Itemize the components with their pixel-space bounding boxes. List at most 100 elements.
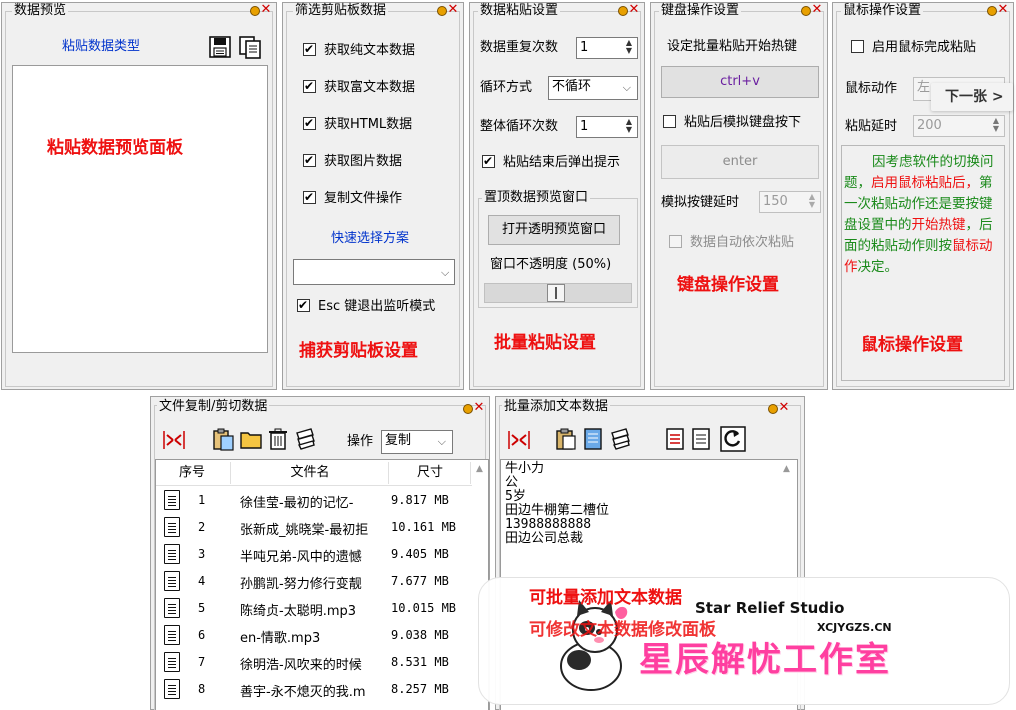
popup-label: 粘贴结束后弹出提示	[503, 155, 621, 170]
file-list[interactable]: 序号 文件名 尺寸 1 徐佳莹-最初的记忆- 9.817 MB 2 张新成_姚晓棠-最初…	[155, 459, 489, 710]
opacity-slider[interactable]	[484, 283, 632, 303]
close-icon[interactable]: ✕	[811, 3, 823, 17]
close-icon[interactable]: ✕	[778, 401, 790, 415]
pin-icon[interactable]	[985, 3, 997, 17]
close-icon[interactable]: ✕	[628, 3, 640, 17]
column-header-filename[interactable]: 文件名	[234, 465, 386, 481]
esc-exit-option[interactable]: Esc 键退出监听模式	[297, 297, 435, 315]
loop-mode-select[interactable]: 不循环 ⌵	[548, 76, 638, 100]
refresh-icon[interactable]	[720, 426, 746, 452]
auto-paste-label: 数据自动依次粘贴	[690, 235, 795, 250]
operation-select[interactable]: 复制 ⌵	[381, 430, 453, 454]
pin-icon[interactable]	[766, 401, 778, 415]
save-icon[interactable]	[208, 35, 232, 59]
document-red-icon[interactable]	[664, 427, 686, 451]
column-header-index[interactable]: 序号	[156, 465, 228, 481]
import-arrows-icon[interactable]	[506, 429, 532, 451]
table-row[interactable]: 6 en-情歌.mp3 9.038 MB	[156, 623, 486, 647]
esc-exit-checkbox[interactable]	[297, 297, 310, 313]
filter-option-checkbox[interactable]	[303, 115, 316, 131]
mouse-enable-option[interactable]: 启用鼠标完成粘贴	[851, 40, 976, 56]
filter-option[interactable]: 获取纯文本数据	[303, 41, 415, 59]
delete-icon[interactable]	[267, 427, 289, 451]
opacity-label: 窗口不透明度 (50%)	[490, 257, 612, 272]
notes-icon[interactable]	[582, 427, 604, 451]
open-preview-button[interactable]: 打开透明预览窗口	[488, 215, 620, 245]
document-icon[interactable]	[690, 427, 712, 451]
spinner-icon[interactable]: ▲ ▼	[622, 39, 636, 57]
preview-area[interactable]: 粘贴数据预览面板	[12, 65, 268, 353]
text-line: 田边公司总裁	[505, 531, 584, 546]
pin-icon[interactable]	[799, 3, 811, 17]
paste-text-icon[interactable]	[554, 427, 578, 451]
operation-value: 复制	[385, 433, 412, 448]
scroll-up-icon[interactable]: ▲	[783, 464, 790, 474]
scheme-select[interactable]	[293, 259, 455, 285]
filter-option-checkbox[interactable]	[303, 189, 316, 205]
filter-option-checkbox[interactable]	[303, 41, 316, 57]
row-filename: 善宇-永不熄灭的我.m	[240, 685, 366, 700]
next-page-tooltip[interactable]: 下一张 >	[931, 83, 1013, 111]
spinner-icon[interactable]: ▲ ▼	[989, 117, 1003, 135]
file-icon	[164, 625, 180, 645]
auto-paste-checkbox[interactable]	[669, 235, 682, 248]
popup-option[interactable]: 粘贴结束后弹出提示	[482, 153, 621, 171]
filter-option-checkbox[interactable]	[303, 152, 316, 168]
repeat-count-input[interactable]: 1 ▲ ▼	[576, 37, 638, 59]
filter-option-label: 复制文件操作	[324, 191, 403, 206]
spinner-icon[interactable]: ▲ ▼	[805, 193, 819, 211]
simulate-key-checkbox[interactable]	[663, 115, 676, 128]
note-segment: 启用鼠标粘贴后，	[871, 175, 979, 191]
paste-section-label: 批量粘贴设置	[494, 333, 596, 353]
close-icon[interactable]: ✕	[997, 3, 1009, 17]
key-button[interactable]: enter	[661, 145, 819, 179]
filter-option[interactable]: 获取富文本数据	[303, 78, 415, 96]
scroll-up-icon[interactable]: ▲	[476, 464, 483, 474]
pin-icon[interactable]	[461, 401, 473, 415]
batch-text-lines: 牛小力公 5岁 田边牛棚第二槽位 13988888888 田边公司总裁	[505, 462, 609, 546]
simulate-key-option[interactable]: 粘贴后模拟键盘按下	[663, 115, 801, 131]
key-delay-input[interactable]: 150 ▲ ▼	[759, 191, 821, 213]
paste-files-icon[interactable]	[211, 427, 235, 451]
column-header-size[interactable]: 尺寸	[390, 465, 470, 481]
pin-icon[interactable]	[435, 3, 447, 17]
close-icon[interactable]: ✕	[260, 3, 272, 17]
mouse-action-label: 鼠标动作	[845, 81, 898, 96]
copy-icon[interactable]	[238, 35, 262, 59]
file-rows: 1 徐佳莹-最初的记忆- 9.817 MB 2 张新成_姚晓棠-最初拒 10.161 MB…	[156, 488, 472, 710]
spinner-icon[interactable]: ▲ ▼	[622, 118, 636, 136]
total-loop-label: 整体循环次数	[480, 119, 559, 134]
filter-option[interactable]: 复制文件操作	[303, 189, 403, 207]
pin-icon[interactable]	[248, 3, 260, 17]
table-row[interactable]: 1 徐佳莹-最初的记忆- 9.817 MB	[156, 488, 486, 512]
row-filename: 半吨兄弟-风中的遗憾	[240, 550, 362, 565]
table-row[interactable]: 3 半吨兄弟-风中的遗憾 9.405 MB	[156, 542, 486, 566]
pin-icon[interactable]	[616, 3, 628, 17]
mouse-delay-input[interactable]: 200 ▲ ▼	[913, 115, 1005, 137]
import-arrows-icon[interactable]	[161, 429, 187, 451]
slider-thumb[interactable]	[547, 284, 565, 302]
auto-paste-option[interactable]: 数据自动依次粘贴	[669, 235, 794, 251]
filter-option[interactable]: 获取图片数据	[303, 152, 402, 170]
table-row[interactable]: 7 徐明浩-风吹来的时候 8.531 MB	[156, 650, 486, 674]
folder-icon[interactable]	[239, 428, 263, 450]
popup-checkbox[interactable]	[482, 153, 495, 169]
quick-scheme-link[interactable]: 快速选择方案	[331, 231, 409, 247]
paste-type-link[interactable]: 粘贴数据类型	[62, 39, 140, 55]
close-icon[interactable]: ✕	[447, 3, 459, 17]
hotkey-button[interactable]: ctrl+v	[661, 66, 819, 98]
close-icon[interactable]: ✕	[473, 401, 485, 415]
filter-option-checkbox[interactable]	[303, 78, 316, 94]
mouse-enable-checkbox[interactable]	[851, 40, 864, 53]
clear-list-icon[interactable]	[293, 427, 317, 451]
table-row[interactable]: 8 善宇-永不熄灭的我.m 8.257 MB	[156, 677, 486, 701]
key-delay-label: 模拟按键延时	[661, 195, 740, 210]
text-line: 田边牛棚第二槽位	[505, 503, 610, 518]
row-size: 10.015 MB	[391, 601, 457, 615]
table-row[interactable]: 4 孙鹏凯-努力修行变靓 7.677 MB	[156, 569, 486, 593]
filter-option[interactable]: 获取HTML数据	[303, 115, 412, 133]
table-row[interactable]: 5 陈绮贞-太聪明.mp3 10.015 MB	[156, 596, 486, 620]
total-loop-input[interactable]: 1 ▲ ▼	[576, 116, 638, 138]
table-row[interactable]: 2 张新成_姚晓棠-最初拒 10.161 MB	[156, 515, 486, 539]
clear-text-icon[interactable]	[608, 427, 632, 451]
